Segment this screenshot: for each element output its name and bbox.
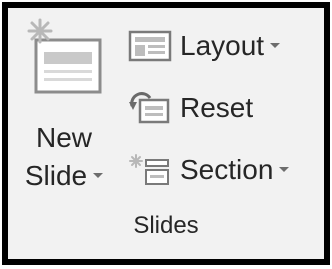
reset-icon (129, 92, 170, 124)
chevron-down-icon (93, 173, 104, 179)
chevron-down-icon (270, 43, 281, 49)
new-slide-label-line2-text: Slide (24, 160, 88, 191)
new-slide-button[interactable]: New Slide (12, 10, 116, 206)
new-slide-label-line1: New (35, 122, 92, 153)
section-button[interactable]: Section (128, 150, 308, 190)
section-label-text: Section (180, 154, 274, 185)
section-label: Section (180, 150, 290, 190)
group-label: Slides (133, 212, 199, 239)
layout-label: Layout (180, 26, 281, 66)
section-icon (129, 154, 169, 185)
new-slide-icon (27, 18, 102, 94)
new-slide-label-line2: Slide (12, 160, 116, 192)
chevron-down-icon (279, 167, 290, 173)
layout-label-text: Layout (180, 30, 265, 61)
layout-button[interactable]: Layout (128, 26, 308, 66)
layout-icon (128, 30, 172, 62)
reset-label: Reset (180, 92, 254, 123)
reset-button[interactable]: Reset (128, 88, 308, 128)
